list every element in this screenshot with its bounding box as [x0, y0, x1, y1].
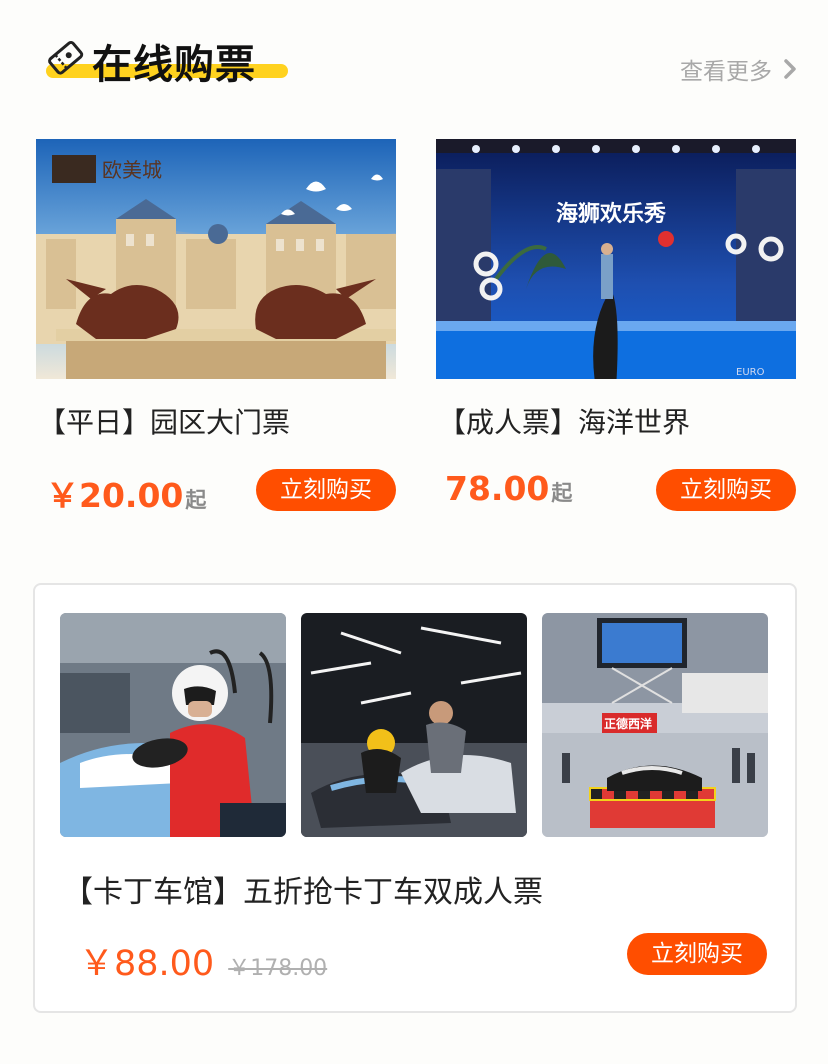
product-price: ￥20.00 起 — [46, 469, 206, 517]
buy-button[interactable]: 立刻购买 — [256, 469, 396, 511]
ticket-icon — [48, 40, 84, 75]
chevron-right-icon — [784, 59, 796, 79]
price-suffix: 起 — [185, 488, 207, 512]
combo-price: ￥88.00 — [79, 944, 215, 984]
product-card[interactable]: 海狮欢乐秀 EURO 【成人票】海洋世界 78.00 起 立刻购买 — [436, 139, 796, 511]
section-header: 在线购票 查看更多 — [0, 0, 828, 110]
product-price: 78.00 起 — [445, 469, 572, 508]
section-title: 在线购票 — [92, 42, 256, 88]
combo-image[interactable]: 正德西洋 — [542, 613, 768, 837]
combo-image[interactable] — [301, 613, 527, 837]
product-card[interactable]: 欧美城 【平日】园区大门票 ￥20.00 起 立刻购买 — [36, 139, 396, 515]
combo-name[interactable]: 【卡丁车馆】五折抢卡丁车双成人票 — [63, 867, 543, 911]
view-more-link[interactable]: 查看更多 — [680, 52, 800, 86]
product-name[interactable]: 【成人票】海洋世界 — [438, 401, 690, 441]
show-sign-text: 海狮欢乐秀 — [556, 201, 666, 227]
price-value: ￥20.00 — [46, 476, 184, 515]
product-name[interactable]: 【平日】园区大门票 — [38, 401, 290, 441]
product-image[interactable]: 欧美城 — [36, 139, 396, 379]
logo-text: 欧美城 — [102, 158, 162, 182]
combo-image[interactable] — [60, 613, 286, 837]
buy-button[interactable]: 立刻购买 — [627, 933, 767, 975]
combo-product-card[interactable]: 正德西洋 【卡丁车馆】五折抢卡丁车双成人票 ￥88.00 ￥178.00 立刻购… — [33, 583, 797, 1013]
shop-sign-text: 正德西洋 — [604, 716, 652, 731]
price-value: 78.00 — [445, 469, 550, 508]
corner-text: EURO — [736, 367, 765, 378]
price-suffix: 起 — [551, 481, 573, 505]
product-image[interactable]: 海狮欢乐秀 EURO — [436, 139, 796, 379]
buy-button[interactable]: 立刻购买 — [656, 469, 796, 511]
combo-original-price: ￥178.00 — [228, 956, 328, 981]
view-more-label: 查看更多 — [680, 59, 772, 85]
combo-price-row: ￥88.00 ￥178.00 — [79, 935, 327, 986]
